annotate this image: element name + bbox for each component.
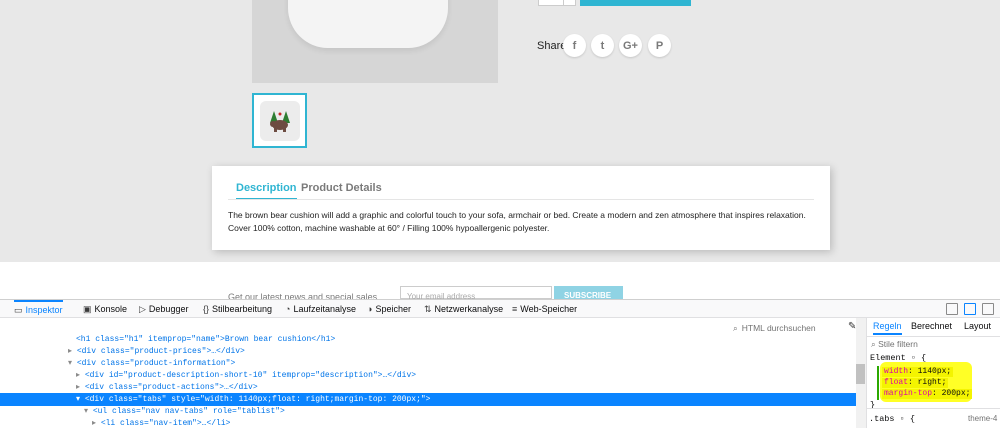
pinterest-share-button[interactable]: P (648, 34, 671, 57)
dock-side-icon[interactable] (982, 303, 994, 315)
tab-web-speicher[interactable]: ≡ Web-Speicher (512, 300, 577, 318)
quantity-divider (563, 0, 564, 6)
tab-laufzeitanalyse[interactable]: ◔ Laufzeitanalyse (285, 300, 356, 318)
scrollbar-thumb[interactable] (856, 364, 865, 384)
tab-speicher[interactable]: ◑ Speicher (367, 300, 411, 318)
collapse-arrow-icon[interactable]: ▾ (84, 407, 93, 416)
bear-cushion-thumbnail-image (259, 100, 300, 141)
googleplus-icon: G+ (623, 39, 638, 52)
newsletter-email-input[interactable]: Your email address (400, 286, 552, 301)
share-label: Share (537, 40, 567, 52)
rule-source-link[interactable]: theme-4 (968, 414, 997, 423)
product-description: The brown bear cushion will add a graphi… (228, 210, 806, 233)
dock-bottom-icon[interactable] (946, 303, 958, 315)
tab-konsole[interactable]: ▣ Konsole (83, 300, 127, 318)
expand-arrow-icon[interactable]: ▸ (76, 371, 85, 380)
declaration-float[interactable]: float: right; (882, 378, 949, 388)
memory-icon: ◑ (367, 304, 373, 314)
tab-regeln[interactable]: Regeln (873, 321, 902, 335)
expand-arrow-icon[interactable]: ▸ (76, 383, 85, 392)
toggle-sidebar-icon[interactable] (964, 303, 976, 315)
performance-icon: ◔ (285, 304, 291, 314)
tabs-rule-selector: .tabs ▫ { (869, 414, 915, 424)
declaration-width[interactable]: width: 1140px; (882, 367, 954, 377)
style-editor-icon: {} (203, 304, 210, 314)
googleplus-share-button[interactable]: G+ (619, 34, 642, 57)
collapse-arrow-icon[interactable]: ▾ (76, 395, 85, 404)
devtools-toolbar: ▭ Inspektor ▣ Konsole ▷ Debugger {} Stilbear… (0, 300, 1000, 318)
pillow-image (288, 0, 448, 48)
rules-divider (867, 336, 1000, 337)
facebook-share-button[interactable]: f (563, 34, 586, 57)
expand-arrow-icon[interactable]: ▸ (68, 347, 77, 356)
tab-inspektor[interactable]: ▭ Inspektor (14, 300, 63, 318)
tab-product-details[interactable]: Product Details (301, 182, 382, 198)
collapse-arrow-icon[interactable]: ▾ (68, 359, 77, 368)
debugger-icon: ▷ (139, 303, 146, 314)
tab-berechnet[interactable]: Berechnet (911, 321, 952, 331)
product-thumbnail[interactable] (252, 93, 307, 148)
rules-filter-input[interactable]: ⌕ Stile filtern (871, 339, 918, 350)
console-icon: ▣ (83, 303, 92, 314)
devtools-panel: ▭ Inspektor ▣ Konsole ▷ Debugger {} Stilbear… (0, 299, 1000, 428)
rule-separator (866, 408, 1000, 409)
tab-description[interactable]: Description (236, 182, 297, 200)
inspector-icon: ▭ (14, 304, 23, 315)
network-icon: ⇅ (424, 303, 432, 314)
pinterest-icon: P (655, 39, 664, 52)
quantity-stepper[interactable] (538, 0, 576, 6)
twitter-share-button[interactable]: t (591, 34, 614, 57)
markup-line-nav-item[interactable]: ▸ <li class="nav-item">…</li> (0, 417, 856, 428)
declaration-margin-top[interactable]: margin-top: 200px; (882, 389, 973, 399)
tabs-divider (228, 199, 814, 200)
product-tabs: Description Product Details The brown be… (212, 166, 830, 250)
storage-icon: ≡ (512, 304, 518, 314)
twitter-icon: t (600, 39, 605, 52)
tab-layout[interactable]: Layout (964, 321, 991, 331)
add-to-cart-button[interactable] (580, 0, 691, 6)
tab-stilbearbeitung[interactable]: {} Stilbearbeitung (203, 300, 272, 318)
tab-debugger[interactable]: ▷ Debugger (139, 300, 188, 318)
expand-arrow-icon[interactable]: ▸ (92, 419, 101, 428)
facebook-icon: f (572, 39, 577, 52)
search-icon: ⌕ (733, 322, 738, 333)
changed-indicator (877, 366, 879, 400)
product-main-image[interactable] (252, 0, 498, 83)
subscribe-button[interactable]: SUBSCRIBE (554, 286, 623, 299)
tab-netzwerkanalyse[interactable]: ⇅ Netzwerkanalyse (424, 300, 503, 318)
